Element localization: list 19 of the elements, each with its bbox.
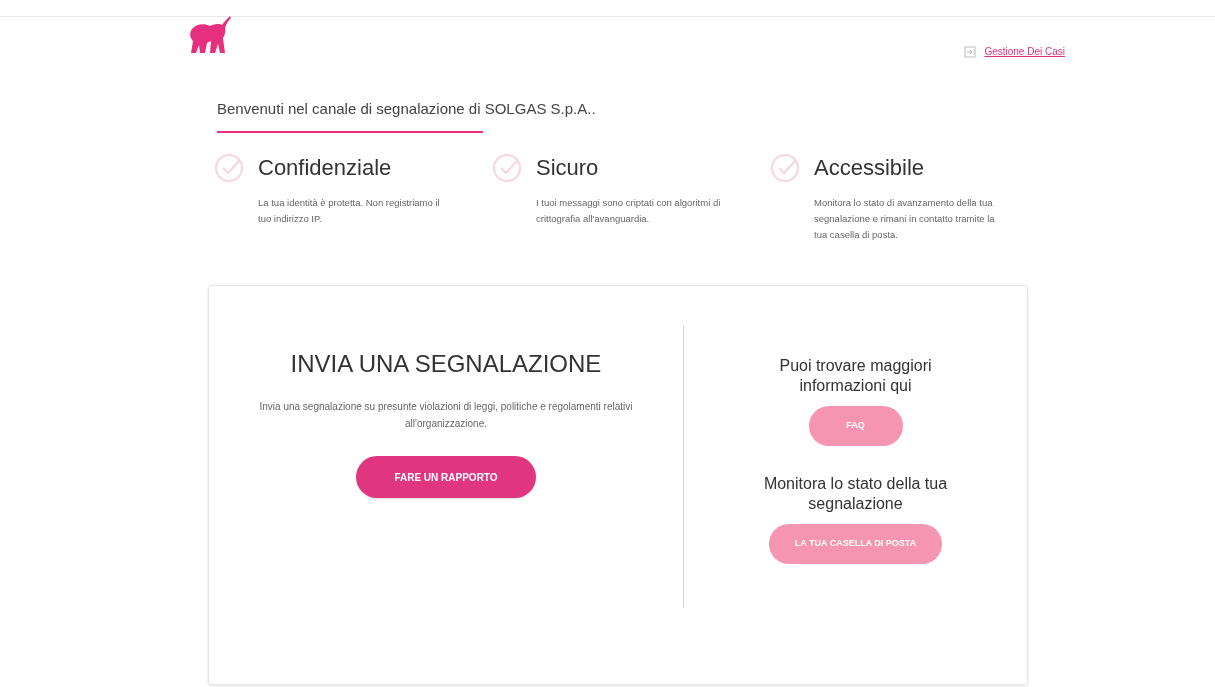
feature-title: Sicuro <box>536 154 600 182</box>
report-title: INVIA UNA SEGNALAZIONE <box>290 349 602 379</box>
info-text: Puoi trovare maggiori informazioni qui <box>778 356 933 396</box>
inbox-button[interactable]: LA TUA CASELLA DI POSTA <box>768 524 943 564</box>
feature-title: Accessibile <box>814 154 926 182</box>
report-button[interactable]: FARE UN RAPPORTO <box>356 456 536 498</box>
feature-title: Confidenziale <box>258 154 393 182</box>
check-icon <box>492 153 522 183</box>
feature-description: Monitora lo stato di avanzamento della tua segnalazione e rimani in contatto tramite la tua casella di posta. <box>814 196 996 242</box>
info-text: Monitora lo stato della tua segnalazione <box>762 474 949 514</box>
case-management-link[interactable]: Gestione Dei Casi <box>984 44 1065 59</box>
faq-button[interactable]: FAQ <box>808 406 903 446</box>
login-icon <box>964 45 977 58</box>
feature-description: I tuoi messaggi sono criptati con algoritmi di crittografia all'avanguardia. <box>536 196 722 226</box>
check-icon <box>770 153 800 183</box>
welcome-heading: Benvenuti nel canale di segnalazione di SOLGAS S.p.A.. <box>217 99 596 119</box>
check-icon <box>214 153 244 183</box>
feature-description: La tua identità è protetta. Non registriamo il tuo indirizzo IP. <box>258 196 441 226</box>
report-description: Invia una segnalazione su presunte violazioni di leggi, politiche e regolamenti relativi all'organizzazione. <box>258 400 634 431</box>
